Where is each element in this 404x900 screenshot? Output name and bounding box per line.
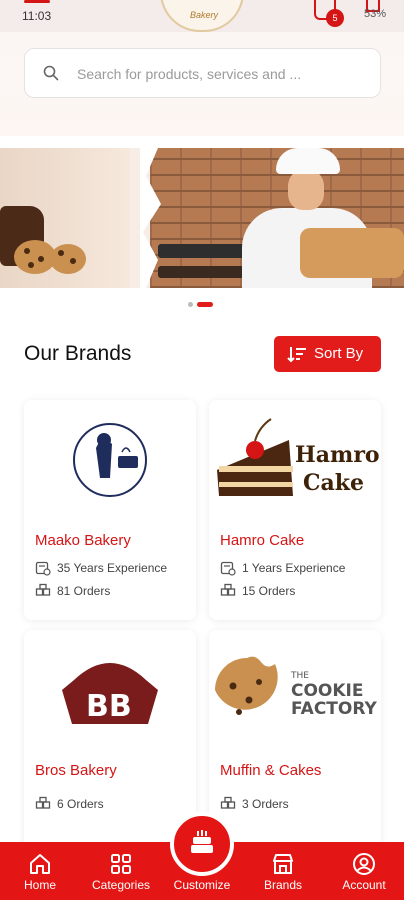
orders-row: 3 Orders bbox=[220, 796, 289, 812]
orders-row: 15 Orders bbox=[220, 583, 295, 599]
brand-card-bros-bakery[interactable]: BB Bro Bakery Pvt. Ltd. Bros Bakery 6 Or… bbox=[24, 630, 196, 850]
sort-label: Sort By bbox=[314, 345, 364, 362]
logo-text-bb-sub: Bro Bakery Pvt. Ltd. bbox=[90, 726, 140, 732]
orders-row: 6 Orders bbox=[35, 796, 104, 812]
orders-text: 3 Orders bbox=[242, 797, 289, 811]
sort-button[interactable]: Sort By bbox=[274, 336, 381, 372]
system-icons: 53% bbox=[364, 8, 386, 20]
nav-label: Home bbox=[23, 878, 56, 892]
nav-label: Customize bbox=[173, 878, 231, 892]
carousel-dot-active[interactable] bbox=[197, 302, 213, 307]
battery-level: 53% bbox=[363, 8, 386, 20]
brand-name: Muffin & Cakes bbox=[220, 762, 322, 779]
nav-label: Account bbox=[342, 878, 386, 892]
bros-bakery-logo: BB Bro Bakery Pvt. Ltd. bbox=[62, 663, 158, 732]
brand-name: Bros Bakery bbox=[35, 762, 117, 779]
nav-brands[interactable]: Brands bbox=[243, 842, 323, 900]
maako-bakery-logo bbox=[73, 423, 147, 497]
orders-row: 81 Orders bbox=[35, 583, 110, 599]
sort-icon bbox=[287, 347, 306, 363]
brand-name: Hamro Cake bbox=[220, 532, 305, 549]
logo-text-bb: BB bbox=[86, 689, 132, 724]
bread-basket-image bbox=[300, 228, 404, 278]
search-icon bbox=[43, 65, 59, 81]
experience-row: 1 Years Experience bbox=[220, 560, 345, 576]
nav-label: Brands bbox=[263, 878, 303, 892]
search-bar[interactable] bbox=[24, 48, 381, 98]
nav-account[interactable]: Account bbox=[324, 842, 404, 900]
experience-text: 35 Years Experience bbox=[57, 561, 168, 575]
nav-home[interactable]: Home bbox=[0, 842, 80, 900]
experience-icon bbox=[220, 561, 236, 576]
menu-icon[interactable] bbox=[24, 0, 50, 3]
status-time: 11:03 bbox=[22, 9, 52, 23]
logo-text-factory: FACTORY bbox=[291, 699, 378, 719]
brand-card-muffin-cakes[interactable]: THE COOKIE FACTORY Muffin & Cakes 3 Orde… bbox=[209, 630, 381, 850]
nav-label: Categories bbox=[91, 878, 151, 892]
app-logo: Bakery bbox=[160, 0, 244, 32]
experience-row: 35 Years Experience bbox=[35, 560, 167, 576]
experience-icon bbox=[35, 561, 51, 576]
notification-badge: 5 bbox=[326, 9, 344, 27]
brand-card-hamro-cake[interactable]: Hamro Cake Hamro Cake 1 Years Experience… bbox=[209, 400, 381, 620]
promo-banner[interactable] bbox=[0, 148, 404, 288]
store-icon bbox=[273, 854, 293, 874]
orders-icon bbox=[220, 796, 236, 809]
logo-text-hamro: Hamro bbox=[295, 442, 380, 468]
logo-text: Bakery bbox=[190, 10, 219, 20]
categories-icon bbox=[111, 854, 131, 874]
experience-text: 1 Years Experience bbox=[242, 561, 346, 575]
search-input[interactable] bbox=[77, 59, 367, 89]
carousel-dot[interactable] bbox=[188, 302, 193, 307]
orders-text: 81 Orders bbox=[57, 584, 111, 598]
logo-text-cookie: COOKIE bbox=[291, 681, 364, 701]
cake-icon bbox=[191, 830, 213, 853]
logo-text-the: THE bbox=[290, 671, 309, 681]
orders-text: 15 Orders bbox=[242, 584, 296, 598]
brand-name: Maako Bakery bbox=[35, 532, 131, 549]
orders-icon bbox=[35, 583, 51, 596]
orders-icon bbox=[35, 796, 51, 809]
brand-card-maako-bakery[interactable]: Maako Bakery 35 Years Experience 81 Orde… bbox=[24, 400, 196, 620]
section-title: Our Brands bbox=[24, 342, 132, 365]
orders-text: 6 Orders bbox=[57, 797, 104, 811]
home-icon bbox=[30, 854, 50, 874]
orders-icon bbox=[220, 583, 236, 596]
cookie-factory-logo: THE COOKIE FACTORY bbox=[215, 656, 378, 719]
logo-text-cake: Cake bbox=[303, 470, 364, 496]
status-bar: 11:03 Bakery 5 53% bbox=[0, 0, 404, 32]
nav-categories[interactable]: Categories bbox=[81, 842, 161, 900]
carousel-indicator bbox=[188, 302, 213, 307]
account-icon bbox=[353, 853, 375, 875]
cookie-image bbox=[50, 244, 86, 274]
hamro-cake-logo: Hamro Cake bbox=[217, 418, 380, 496]
customize-fab[interactable] bbox=[170, 812, 234, 876]
